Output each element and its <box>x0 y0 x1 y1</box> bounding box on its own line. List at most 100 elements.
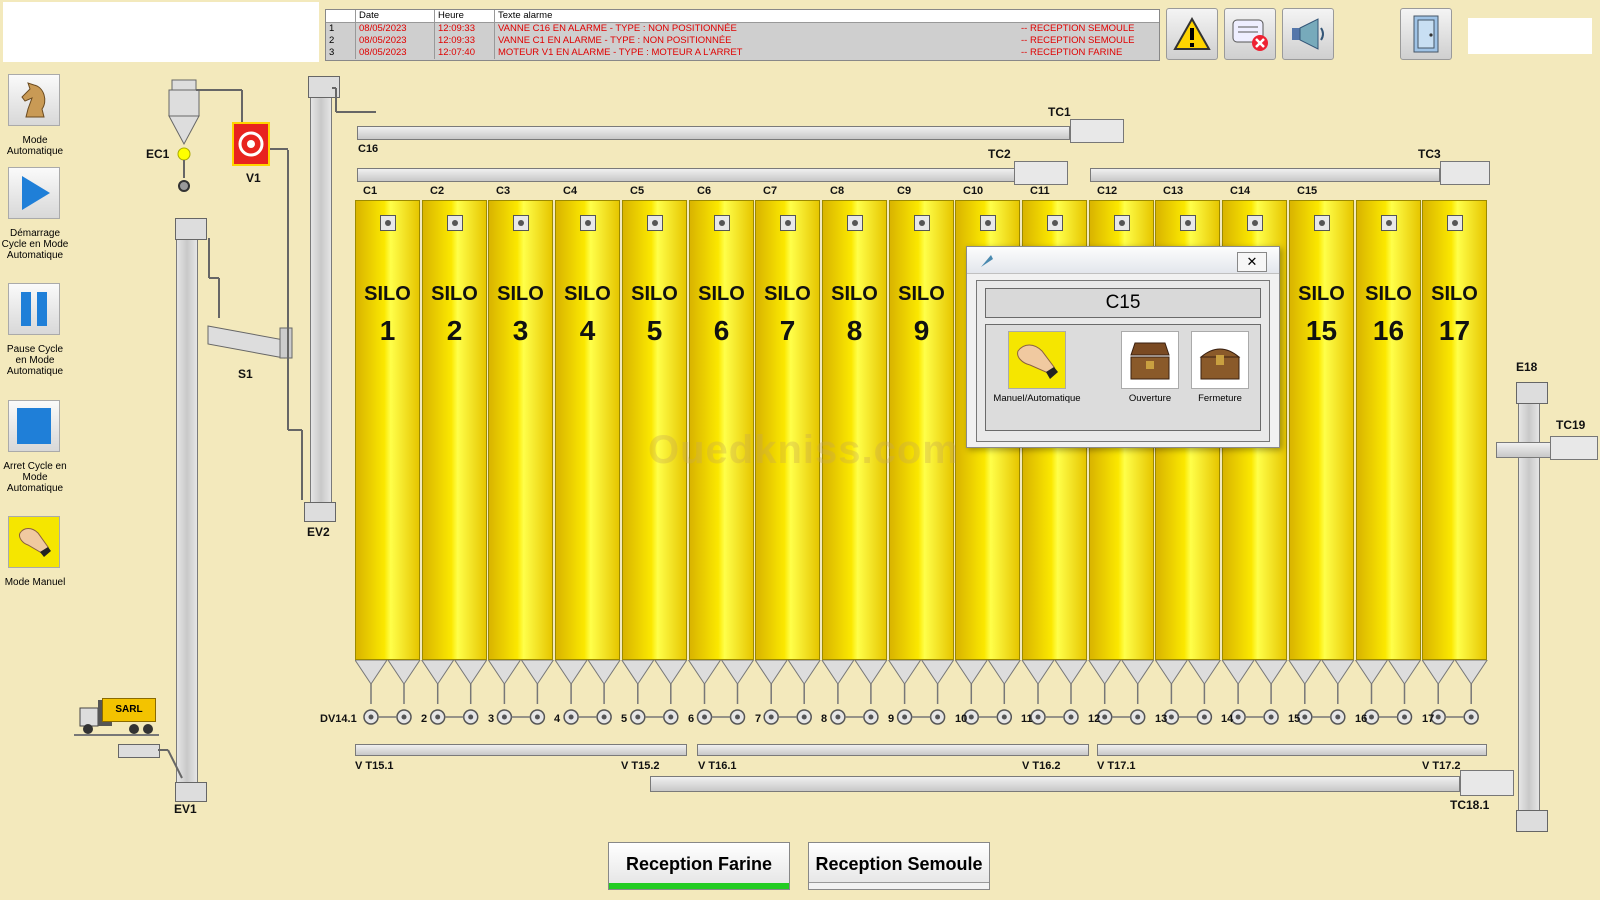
silo-name-label: SILO <box>497 283 544 305</box>
tc3-conveyor[interactable] <box>1090 168 1440 182</box>
vt15-1-label: V T15.1 <box>355 760 394 772</box>
silo-17[interactable]: SILO 17 <box>1422 200 1487 660</box>
v1-motor[interactable] <box>232 122 270 166</box>
popup-frame: C15 Manuel/Automatique Ouverture Fermetu… <box>976 280 1270 442</box>
alarm-clear-icon <box>1232 19 1268 51</box>
alarm-row[interactable]: 3 08/05/2023 12:07:40 MOTEUR V1 EN ALARM… <box>326 47 1159 59</box>
silo-name-label: SILO <box>831 283 878 305</box>
warning-button[interactable] <box>1166 8 1218 60</box>
silo-number-label: 16 <box>1372 315 1405 346</box>
popup-titlebar: ✕ <box>967 247 1279 274</box>
demarrage-cycle-button[interactable] <box>8 167 60 219</box>
level-sensor-icon[interactable] <box>647 215 663 231</box>
close-icon: ✕ <box>1246 254 1258 269</box>
mode-manuel-button[interactable] <box>8 516 60 568</box>
level-sensor-icon[interactable] <box>580 215 596 231</box>
valve-c7-label[interactable]: C7 <box>763 185 777 197</box>
level-sensor-icon[interactable] <box>513 215 529 231</box>
pause-cycle-label: Pause Cycle en Mode Automatique <box>6 344 64 377</box>
valve-popup[interactable]: ✕ C15 Manuel/Automatique Ouverture Ferme… <box>966 246 1280 448</box>
tc3-drive <box>1440 161 1490 185</box>
tc18-drive <box>1460 770 1514 796</box>
silo-15[interactable]: SILO 15 <box>1289 200 1354 660</box>
e18-boot <box>1516 810 1548 832</box>
tc1-conveyor[interactable] <box>357 126 1070 140</box>
valve-c9-label[interactable]: C9 <box>897 185 911 197</box>
valve-c11-label[interactable]: C11 <box>1030 185 1050 197</box>
tc1-drive <box>1070 119 1124 143</box>
tc18-label: TC18.1 <box>1450 798 1490 812</box>
reception-farine-label: Reception Farine <box>625 854 773 874</box>
horn-icon <box>1292 18 1324 50</box>
reception-farine-status-bar <box>609 883 789 889</box>
level-sensor-icon[interactable] <box>380 215 396 231</box>
ouverture-button[interactable]: Ouverture <box>1118 331 1182 404</box>
manuel-automatique-button[interactable]: Manuel/Automatique <box>992 331 1082 404</box>
valve-c5-label[interactable]: C5 <box>630 185 644 197</box>
silo-name-label: SILO <box>698 283 745 305</box>
tc18-conveyor[interactable] <box>650 776 1460 792</box>
fermeture-button[interactable]: Fermeture <box>1188 331 1252 404</box>
silo-2[interactable]: SILO 2 <box>422 200 487 660</box>
silo-3[interactable]: SILO 3 <box>488 200 553 660</box>
vt15-screw[interactable] <box>355 744 687 756</box>
fermeture-label: Fermeture <box>1198 393 1242 404</box>
vt16-screw[interactable] <box>697 744 1089 756</box>
vt17-screw[interactable] <box>1097 744 1487 756</box>
level-sensor-icon[interactable] <box>1381 215 1397 231</box>
tc2-conveyor[interactable] <box>357 168 1017 182</box>
alarm-clear-button[interactable] <box>1224 8 1276 60</box>
alarm-row[interactable]: 2 08/05/2023 12:09:33 VANNE C1 EN ALARME… <box>326 35 1159 47</box>
play-icon <box>22 176 50 210</box>
valve-c10-label[interactable]: C10 <box>963 185 983 197</box>
level-sensor-icon[interactable] <box>847 215 863 231</box>
level-sensor-icon[interactable] <box>447 215 463 231</box>
text-header: Texte alarme <box>498 10 553 21</box>
dv-number-label: 4 <box>554 713 561 725</box>
valve-c12-label[interactable]: C12 <box>1097 185 1117 197</box>
valve-c8-label[interactable]: C8 <box>830 185 844 197</box>
level-sensor-icon[interactable] <box>1180 215 1196 231</box>
ev1-elevator[interactable] <box>176 222 198 792</box>
level-sensor-icon[interactable] <box>980 215 996 231</box>
level-sensor-icon[interactable] <box>780 215 796 231</box>
pause-cycle-button[interactable] <box>8 283 60 335</box>
level-sensor-icon[interactable] <box>1047 215 1063 231</box>
level-sensor-icon[interactable] <box>714 215 730 231</box>
level-sensor-icon[interactable] <box>914 215 930 231</box>
level-sensor-icon[interactable] <box>1447 215 1463 231</box>
exit-button[interactable] <box>1400 8 1452 60</box>
level-sensor-icon[interactable] <box>1114 215 1130 231</box>
silo-4[interactable]: SILO 4 <box>555 200 620 660</box>
vt15-2-label: V T15.2 <box>621 760 660 772</box>
dv-number-label: 12 <box>1088 713 1101 725</box>
e18-label: E18 <box>1516 360 1538 374</box>
reception-farine-button[interactable]: Reception Farine <box>608 842 790 890</box>
valve-c15-label[interactable]: C15 <box>1297 185 1317 197</box>
silo-16[interactable]: SILO 16 <box>1356 200 1421 660</box>
valve-c13-label[interactable]: C13 <box>1163 185 1183 197</box>
alarm-row[interactable]: 1 08/05/2023 12:09:33 VANNE C16 EN ALARM… <box>326 23 1159 35</box>
valve-c3-label[interactable]: C3 <box>496 185 510 197</box>
horn-button[interactable] <box>1282 8 1334 60</box>
silo-name-label: SILO <box>1365 283 1412 305</box>
tc3-label: TC3 <box>1418 147 1441 161</box>
dv-number-label: 15 <box>1288 713 1301 725</box>
valve-c4-label[interactable]: C4 <box>563 185 577 197</box>
alarm-table[interactable]: Date Heure Texte alarme 1 08/05/2023 12:… <box>325 9 1160 61</box>
reception-semoule-button[interactable]: Reception Semoule <box>808 842 990 890</box>
level-sensor-icon[interactable] <box>1314 215 1330 231</box>
popup-close-button[interactable]: ✕ <box>1237 252 1267 272</box>
valve-c6-label[interactable]: C6 <box>697 185 711 197</box>
level-sensor-icon[interactable] <box>1247 215 1263 231</box>
exit-door-icon <box>1413 15 1439 53</box>
arret-cycle-button[interactable] <box>8 400 60 452</box>
dv-label: DV14.1 <box>320 713 357 725</box>
valve-c2-label[interactable]: C2 <box>430 185 444 197</box>
mode-automatique-button[interactable] <box>8 74 60 126</box>
valve-c14-label[interactable]: C14 <box>1230 185 1250 197</box>
silo-name-label: SILO <box>898 283 945 305</box>
tc19-conveyor[interactable] <box>1496 442 1552 458</box>
valve-c1-label[interactable]: C1 <box>363 185 377 197</box>
silo-1[interactable]: SILO 1 <box>355 200 420 660</box>
